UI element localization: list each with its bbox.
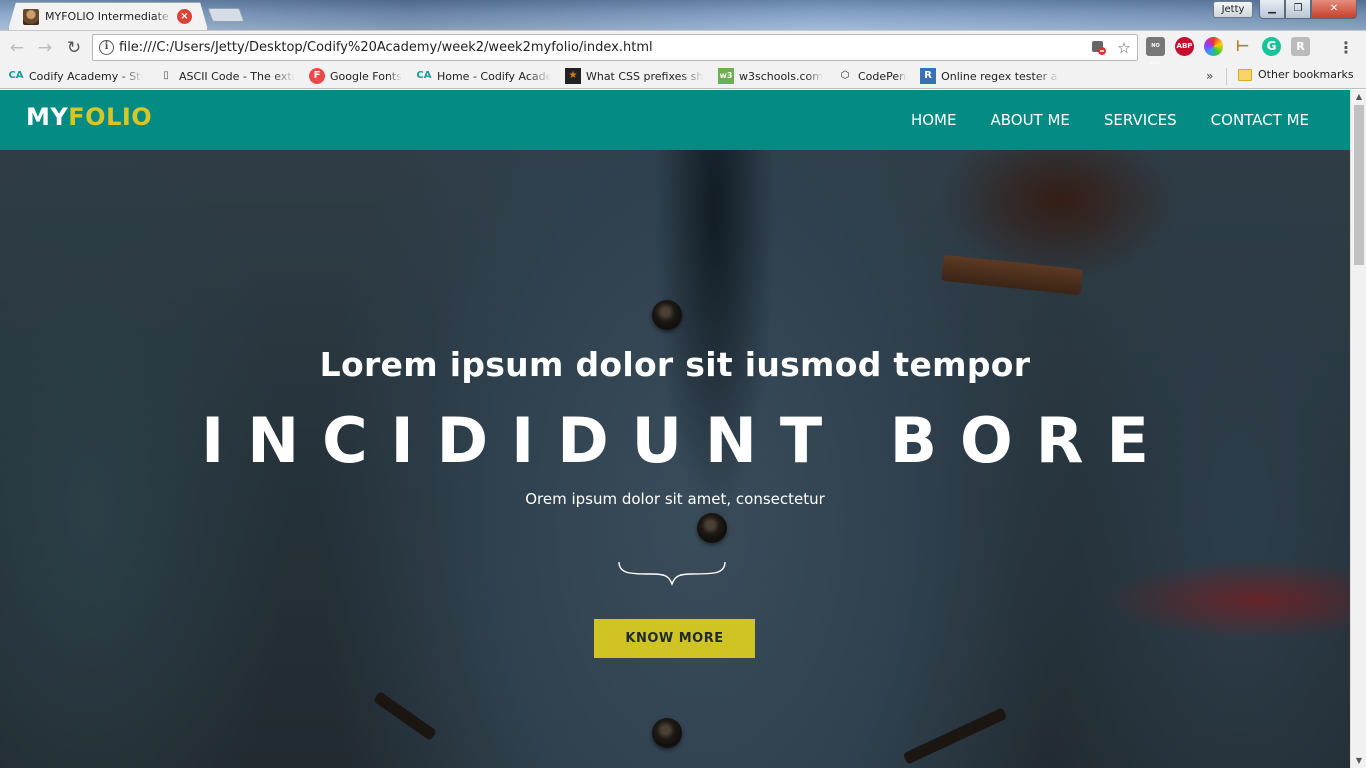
noads-extension-icon[interactable]: NO ADS	[1146, 37, 1165, 68]
scroll-up-icon[interactable]: ▲	[1351, 90, 1366, 104]
w3schools-icon: w3	[717, 68, 734, 84]
regex-tester-icon: R	[920, 68, 937, 84]
star-bookmark-icon: ★	[564, 68, 581, 84]
active-tab[interactable]: MYFOLIO Intermediate W ×	[8, 2, 208, 30]
url-input[interactable]: file:///C:/Users/Jetty/Desktop/Codify%20…	[119, 40, 653, 55]
address-bar[interactable]: i file:///C:/Users/Jetty/Desktop/Codify%…	[92, 34, 1138, 61]
reload-icon[interactable]: ↻	[63, 37, 85, 59]
hero-title: INCIDIDUNT BORE	[201, 404, 1172, 477]
window-controls: ▁ ❐ ✕	[1259, 0, 1357, 19]
nav-about-link[interactable]: ABOUT ME	[990, 111, 1069, 129]
bookmarks-bar: CA Codify Academy - Stu ▯ ASCII Code - T…	[0, 64, 1366, 89]
grammarly-extension-icon[interactable]: G	[1262, 37, 1281, 56]
close-window-button[interactable]: ✕	[1311, 0, 1357, 19]
site-logo[interactable]: MYFOLIO	[26, 103, 152, 131]
page-icon: ▯	[163, 70, 169, 81]
codify-academy-icon: CA	[416, 70, 432, 81]
nav-services-link[interactable]: SERVICES	[1104, 111, 1177, 129]
curly-brace-divider-icon	[618, 561, 726, 586]
bookmark-item[interactable]: F Google Fonts	[309, 68, 402, 84]
maximize-button[interactable]: ❐	[1285, 0, 1311, 19]
forward-arrow-icon[interactable]: →	[34, 37, 56, 59]
bookmark-item[interactable]: ▯ ASCII Code - The exte	[158, 68, 295, 84]
window-titlebar: MYFOLIO Intermediate W × Jetty ▁ ❐ ✕	[0, 0, 1366, 30]
folder-icon	[1238, 68, 1252, 81]
hero-tagline: Orem ipsum dolor sit amet, consectetur	[525, 490, 825, 508]
google-fonts-icon: F	[309, 68, 325, 84]
bookmark-item[interactable]: w3 w3schools.com	[717, 68, 823, 84]
logo-folio: FOLIO	[68, 103, 153, 131]
color-picker-extension-icon[interactable]	[1204, 37, 1223, 56]
back-arrow-icon[interactable]: ←	[6, 37, 28, 59]
nav-home-link[interactable]: HOME	[911, 111, 957, 129]
bookmark-item[interactable]: CA Codify Academy - Stu	[8, 68, 144, 84]
bookmark-label: What CSS prefixes sho	[585, 69, 704, 83]
nav-contact-link[interactable]: CONTACT ME	[1211, 111, 1309, 129]
other-bookmarks-label: Other bookmarks	[1258, 68, 1354, 81]
browser-toolbar: ← → ↻ i file:///C:/Users/Jetty/Desktop/C…	[0, 30, 1366, 68]
bookmark-item[interactable]: R Online regex tester an	[920, 68, 1059, 84]
hero-content: Lorem ipsum dolor sit iusmod tempor INCI…	[0, 90, 1350, 768]
tab-favicon-icon	[23, 8, 39, 25]
hero-subtitle: Lorem ipsum dolor sit iusmod tempor	[319, 345, 1031, 384]
tab-title: MYFOLIO Intermediate W	[45, 10, 173, 23]
adblock-extension-icon[interactable]: ABP	[1175, 37, 1194, 56]
bookmark-label: Codify Academy - Stu	[29, 69, 144, 83]
bookmark-label: Home - Codify Acade	[436, 69, 551, 83]
site-navbar: MYFOLIO HOME ABOUT ME SERVICES CONTACT M…	[0, 90, 1350, 150]
extensions-area: NO ADS ABP ⊢ G R	[1146, 37, 1310, 68]
bookmarks-separator	[1226, 68, 1227, 85]
bookmark-label: Online regex tester an	[941, 69, 1060, 83]
scroll-down-icon[interactable]: ▼	[1351, 754, 1366, 768]
translate-blocked-icon[interactable]	[1089, 39, 1107, 57]
site-nav-links: HOME ABOUT ME SERVICES CONTACT ME	[911, 111, 1309, 129]
scrollbar-thumb[interactable]	[1354, 105, 1364, 265]
minimize-button[interactable]: ▁	[1259, 0, 1285, 19]
page-info-icon[interactable]: i	[99, 40, 114, 55]
bookmark-item[interactable]: CA Home - Codify Acade	[416, 68, 551, 84]
codify-academy-icon: CA	[8, 70, 24, 81]
bookmark-item[interactable]: ⬡ CodePen	[837, 68, 907, 84]
page-scrollbar[interactable]: ▲ ▼	[1350, 90, 1366, 768]
tab-close-icon[interactable]: ×	[177, 9, 192, 24]
bookmark-label: CodePen	[857, 69, 907, 83]
reader-extension-icon[interactable]: R	[1291, 37, 1310, 56]
tool-extension-icon[interactable]: ⊢	[1233, 37, 1252, 56]
browser-menu-icon[interactable]: ⋮	[1338, 38, 1354, 58]
codepen-icon: ⬡	[840, 70, 850, 81]
bookmark-item[interactable]: ★ What CSS prefixes sho	[564, 68, 704, 84]
page-viewport: MYFOLIO HOME ABOUT ME SERVICES CONTACT M…	[0, 90, 1350, 768]
bookmark-label: Google Fonts	[330, 69, 402, 83]
bookmark-label: ASCII Code - The exte	[179, 69, 295, 83]
know-more-button[interactable]: KNOW MORE	[594, 619, 755, 658]
profile-button[interactable]: Jetty	[1213, 1, 1253, 18]
logo-my: MY	[26, 103, 69, 131]
other-bookmarks[interactable]: Other bookmarks	[1238, 68, 1354, 81]
new-tab-button[interactable]	[207, 8, 245, 22]
bookmarks-overflow-icon[interactable]: »	[1206, 69, 1213, 83]
bookmark-label: w3schools.com	[738, 69, 823, 83]
bookmark-star-icon[interactable]: ☆	[1115, 39, 1133, 57]
